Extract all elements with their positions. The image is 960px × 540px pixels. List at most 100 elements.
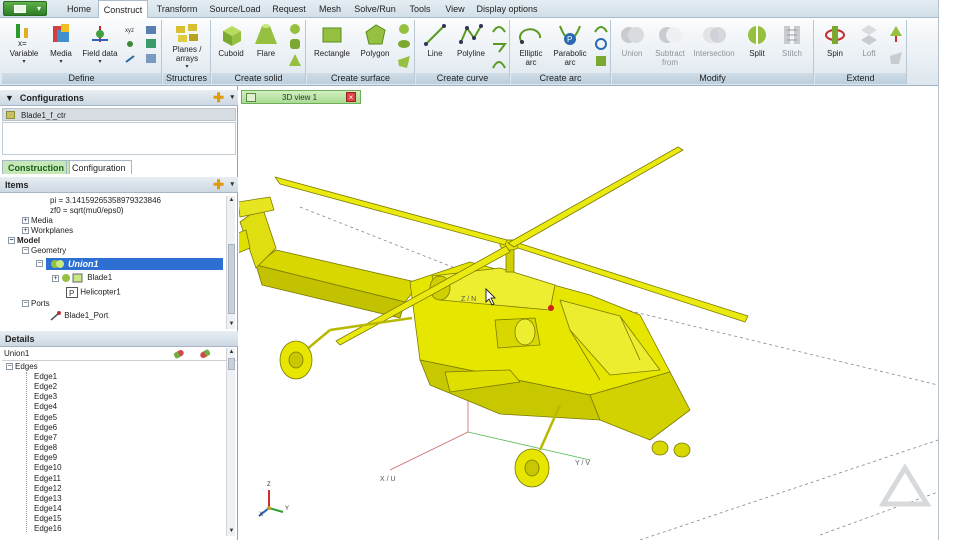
tree-media[interactable]: + Media bbox=[22, 216, 53, 226]
cuboid-button[interactable]: Cuboid bbox=[214, 22, 248, 58]
scroll-down-icon[interactable]: ▼ bbox=[227, 320, 236, 329]
intersection-button[interactable]: Intersection bbox=[690, 22, 738, 58]
scroll-thumb[interactable] bbox=[228, 244, 235, 314]
collapse-icon[interactable]: ▼ bbox=[5, 93, 14, 103]
tree-workplanes[interactable]: + Workplanes bbox=[22, 226, 73, 236]
add-configuration-button[interactable]: ✚ bbox=[213, 91, 224, 104]
loft-button[interactable]: Loft bbox=[853, 22, 885, 58]
remove-icon[interactable] bbox=[198, 348, 212, 360]
triad-label-x: X bbox=[259, 512, 264, 518]
blade-icon bbox=[62, 273, 83, 283]
stitch-button[interactable]: Stitch bbox=[774, 22, 810, 58]
items-scrollbar[interactable]: ▲ ▼ bbox=[226, 196, 235, 329]
collapse-icon[interactable]: − bbox=[22, 247, 29, 255]
tab-source-load[interactable]: Source/Load bbox=[206, 0, 264, 18]
scroll-up-icon[interactable]: ▲ bbox=[227, 196, 236, 205]
field-data-button[interactable]: Field data ▾ bbox=[78, 22, 122, 67]
tree-var-pi[interactable]: pi = 3.14159265358979323846 bbox=[50, 196, 161, 206]
details-edges-group[interactable]: − Edges bbox=[6, 362, 38, 372]
items-header: Items ✚ ▾ bbox=[0, 177, 238, 193]
variable-button[interactable]: x= Variable ▾ bbox=[4, 22, 44, 67]
edge-item[interactable]: Edge11 bbox=[34, 474, 61, 484]
rectangle-icon bbox=[322, 27, 342, 43]
union-icon bbox=[51, 260, 64, 268]
edge-item[interactable]: Edge12 bbox=[34, 484, 62, 494]
tab-tools[interactable]: Tools bbox=[404, 0, 436, 18]
axis-label-z: Z / N bbox=[461, 296, 477, 303]
cuboid-icon bbox=[223, 26, 241, 46]
edge-item[interactable]: Edge8 bbox=[34, 443, 57, 453]
tree-union-toggle[interactable]: − bbox=[36, 259, 45, 269]
details-scrollbar[interactable]: ▲ ▼ bbox=[226, 348, 235, 536]
split-button[interactable]: Split bbox=[740, 22, 774, 58]
edit-icon[interactable] bbox=[172, 348, 186, 360]
edge-item[interactable]: Edge2 bbox=[34, 382, 57, 392]
edge-item[interactable]: Edge5 bbox=[34, 413, 57, 423]
intersection-icon bbox=[703, 27, 726, 43]
tab-configuration[interactable]: Configuration bbox=[66, 160, 132, 174]
elliptic-arc-button[interactable]: Elliptic arc bbox=[513, 22, 549, 67]
collapse-icon[interactable]: − bbox=[8, 237, 15, 245]
edge-item[interactable]: Edge1 bbox=[34, 372, 57, 382]
tree-blade1[interactable]: + Blade1 bbox=[52, 273, 112, 283]
tab-construction[interactable]: Construction bbox=[2, 160, 70, 174]
edge-item[interactable]: Edge14 bbox=[34, 504, 62, 514]
rectangle-button[interactable]: Rectangle bbox=[309, 22, 355, 58]
edge-item[interactable]: Edge4 bbox=[34, 402, 57, 412]
tab-home[interactable]: Home bbox=[62, 0, 96, 18]
chevron-down-icon[interactable]: ▾ bbox=[230, 177, 234, 193]
group-structures-caption: Structures bbox=[163, 73, 210, 84]
collapse-icon[interactable]: − bbox=[36, 260, 43, 268]
tab-mesh[interactable]: Mesh bbox=[314, 0, 346, 18]
edge-item[interactable]: Edge7 bbox=[34, 433, 57, 443]
edge-item[interactable]: Edge15 bbox=[34, 514, 62, 524]
tree-model[interactable]: − Model bbox=[8, 236, 40, 246]
tab-display-options[interactable]: Display options bbox=[474, 0, 540, 18]
configuration-item[interactable]: Blade1_f_ctr bbox=[2, 108, 236, 121]
flare-button[interactable]: Flare bbox=[250, 22, 282, 58]
edge-item[interactable]: Edge10 bbox=[34, 463, 62, 473]
polygon-button[interactable]: Polygon bbox=[355, 22, 395, 58]
edge-item[interactable]: Edge16 bbox=[34, 524, 62, 534]
tab-transform[interactable]: Transform bbox=[152, 0, 202, 18]
line-button[interactable]: Line bbox=[418, 22, 452, 58]
collapse-icon[interactable]: − bbox=[22, 300, 29, 308]
media-button[interactable]: Media ▾ bbox=[44, 22, 78, 67]
scroll-thumb[interactable] bbox=[228, 358, 235, 370]
scroll-up-icon[interactable]: ▲ bbox=[227, 348, 236, 357]
tree-ports[interactable]: − Ports bbox=[22, 299, 50, 309]
configuration-list-area bbox=[2, 122, 236, 155]
tree-blade1-port[interactable]: Blade1_Port bbox=[50, 311, 108, 321]
planes-arrays-button[interactable]: Planes / arrays ▾ bbox=[165, 22, 209, 72]
expand-icon[interactable]: + bbox=[52, 274, 59, 282]
edge-item[interactable]: Edge9 bbox=[34, 453, 57, 463]
spin-button[interactable]: Spin bbox=[817, 22, 853, 58]
tab-view[interactable]: View bbox=[440, 0, 470, 18]
subtract-from-button[interactable]: Subtract from bbox=[650, 22, 690, 67]
scroll-down-icon[interactable]: ▼ bbox=[227, 527, 236, 536]
expand-icon[interactable]: + bbox=[22, 217, 29, 225]
chevron-down-icon[interactable]: ▾ bbox=[230, 90, 234, 106]
tree-var-zf0[interactable]: zf0 = sqrt(mu0/eps0) bbox=[50, 206, 124, 216]
edge-item[interactable]: Edge13 bbox=[34, 494, 62, 504]
tab-solve-run[interactable]: Solve/Run bbox=[350, 0, 400, 18]
close-icon[interactable]: × bbox=[346, 92, 356, 102]
3d-viewport[interactable]: Z / N X / U Y / V Z X Y bbox=[239, 104, 938, 540]
axis-label-x: X / U bbox=[380, 476, 396, 483]
tree-helicopter1[interactable]: P Helicopter1 bbox=[66, 287, 121, 298]
tree-geometry[interactable]: − Geometry bbox=[22, 246, 66, 256]
polyline-button[interactable]: Polyline bbox=[452, 22, 490, 58]
helicopter-model[interactable] bbox=[239, 104, 938, 540]
expand-icon[interactable]: + bbox=[22, 227, 29, 235]
application-menu-button[interactable]: ▾ bbox=[3, 1, 47, 16]
collapse-icon[interactable]: − bbox=[6, 363, 13, 371]
edge-item[interactable]: Edge3 bbox=[34, 392, 57, 402]
tab-construct[interactable]: Construct bbox=[98, 0, 148, 19]
tab-request[interactable]: Request bbox=[268, 0, 310, 18]
add-item-button[interactable]: ✚ bbox=[213, 178, 224, 191]
tree-union1-selected[interactable]: Union1 bbox=[46, 258, 223, 270]
edge-item[interactable]: Edge6 bbox=[34, 423, 57, 433]
union-button[interactable]: Union bbox=[614, 22, 650, 58]
tab-3d-view[interactable]: 3D view 1 × bbox=[241, 90, 361, 104]
parabolic-arc-button[interactable]: P Parabolic arc bbox=[549, 22, 591, 67]
